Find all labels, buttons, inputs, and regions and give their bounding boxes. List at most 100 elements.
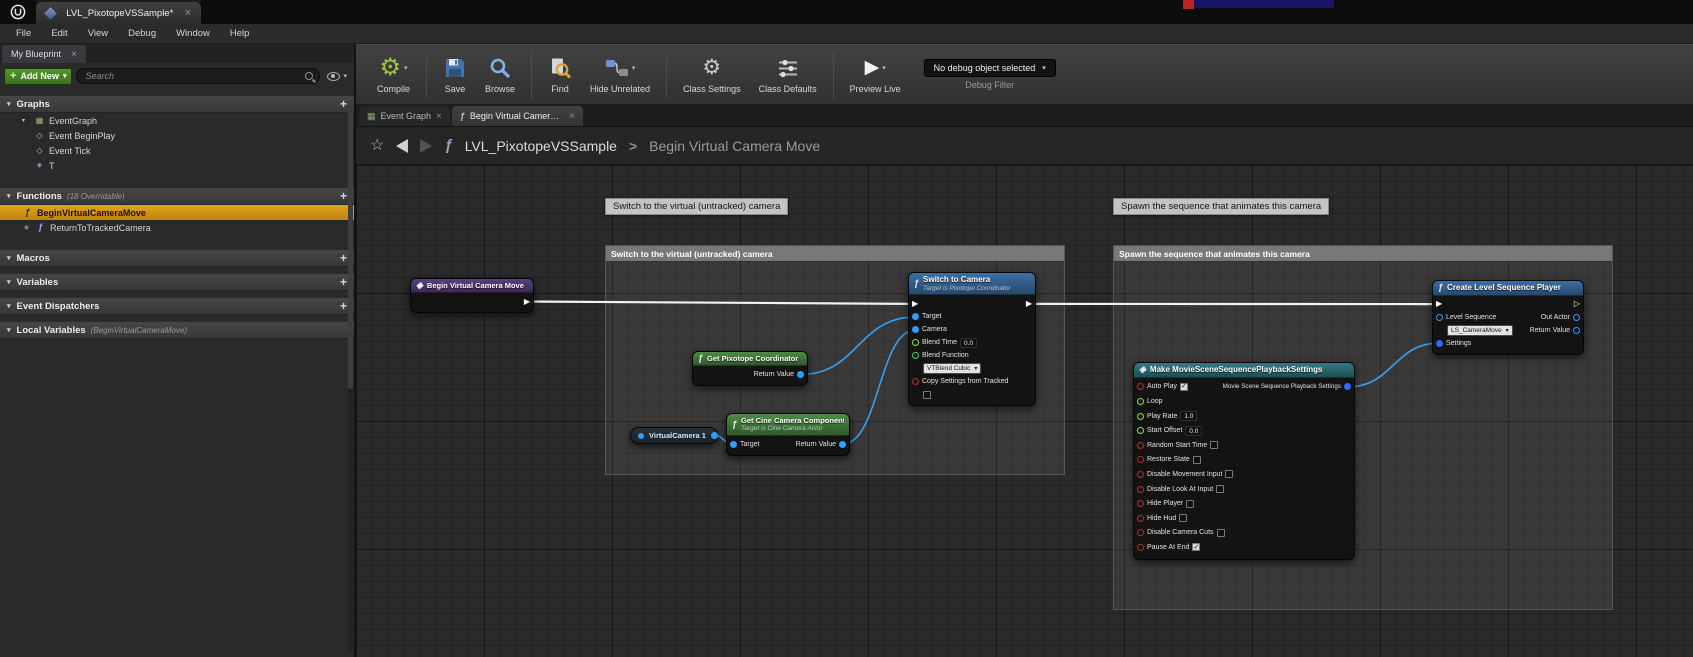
checkbox[interactable] [1216, 485, 1224, 493]
dropdown-select[interactable]: LS_CameraMove▾ [1447, 325, 1513, 336]
asset-tab[interactable]: LVL_PixotopeVSSample*× [36, 2, 201, 24]
value-input[interactable]: 0.0 [960, 338, 977, 348]
forward-button[interactable] [420, 139, 432, 153]
add-new-button[interactable]: + Add New ▾ [4, 68, 72, 85]
menu-item-help[interactable]: Help [220, 24, 260, 44]
structg-pin[interactable] [1137, 398, 1144, 405]
close-icon[interactable]: × [436, 111, 442, 122]
search-field[interactable] [85, 71, 301, 81]
sidebar-item-event-tick[interactable]: ◇Event Tick [0, 143, 354, 158]
bool-pin[interactable] [1137, 500, 1144, 507]
bool-pin[interactable] [1137, 442, 1144, 449]
section-header-variables[interactable]: ▾Variables+ [0, 273, 354, 291]
sidebar-item-eventgraph[interactable]: ▾▦EventGraph [0, 113, 354, 128]
menu-item-debug[interactable]: Debug [118, 24, 166, 44]
menu-item-file[interactable]: File [6, 24, 41, 44]
compile-button[interactable]: ⚙▾Compile [368, 48, 419, 102]
node-varcam[interactable]: VirtualCamera 1 [630, 427, 718, 444]
float-pin[interactable] [1137, 427, 1144, 434]
section-add-button[interactable]: + [340, 252, 347, 264]
chevron-down-icon[interactable]: ▾ [404, 64, 408, 72]
save-button[interactable]: Save [434, 48, 476, 102]
view-options-button[interactable]: ▾ [324, 72, 350, 81]
search-input[interactable] [76, 68, 320, 84]
menu-item-window[interactable]: Window [166, 24, 220, 44]
bool-pin[interactable] [1137, 471, 1144, 478]
graph-tab-begin-virtual-camera-move[interactable]: ƒBegin Virtual Camera Move× [452, 106, 583, 126]
bool-pin[interactable] [1137, 529, 1144, 536]
exec-pin[interactable]: ▶ [1436, 300, 1442, 308]
section-add-button[interactable]: + [340, 190, 347, 202]
expand-arrow-icon[interactable]: ▾ [7, 302, 11, 310]
graph-tab-event-graph[interactable]: ▦Event Graph× [359, 106, 450, 126]
float-pin[interactable] [1137, 413, 1144, 420]
section-add-button[interactable]: + [340, 276, 347, 288]
object-pin[interactable] [797, 371, 804, 378]
browse-button[interactable]: Browse [476, 48, 524, 102]
close-icon[interactable]: × [569, 111, 575, 122]
expand-arrow-icon[interactable]: ▾ [7, 278, 11, 286]
node-makesettings[interactable]: ◈Make MovieSceneSequencePlaybackSettings… [1133, 362, 1355, 560]
struct-pin[interactable] [1436, 340, 1443, 347]
sidebar-scrollbar[interactable] [348, 106, 353, 651]
dropdown-select[interactable]: VTBlend Cubic▾ [923, 363, 981, 374]
object-pin[interactable] [1573, 314, 1580, 321]
sidebar-item-event-beginplay[interactable]: ◇Event BeginPlay [0, 128, 354, 143]
exec-pin[interactable]: ▶ [1026, 300, 1032, 308]
class-defaults-button[interactable]: Class Defaults [750, 48, 826, 102]
hide-unrelated-button[interactable]: ▾Hide Unrelated [581, 48, 659, 102]
node-getcine[interactable]: ƒGet Cine Camera ComponentTarget is Cine… [726, 413, 850, 456]
checkbox[interactable]: ✓ [1192, 543, 1200, 551]
close-icon[interactable]: × [71, 49, 77, 60]
sidebar-item-t[interactable]: ◈T [0, 158, 354, 173]
debug-object-select[interactable]: No debug object selected ▾ [924, 59, 1056, 77]
node-createplayer[interactable]: ƒCreate Level Sequence Player▶▷Level Seq… [1432, 280, 1584, 355]
comment-header[interactable]: Spawn the sequence that animates this ca… [1114, 246, 1612, 261]
bookmark-star-icon[interactable]: ☆ [370, 138, 384, 154]
expand-arrow-icon[interactable]: ▾ [7, 100, 11, 108]
expand-arrow-icon[interactable]: ▾ [7, 192, 11, 200]
bool-pin[interactable] [1137, 515, 1144, 522]
bool-pin[interactable] [1137, 544, 1144, 551]
exec-pin[interactable]: ▶ [912, 300, 918, 308]
bool-pin[interactable] [1137, 486, 1144, 493]
checkbox[interactable] [1210, 441, 1218, 449]
bool-pin[interactable] [912, 378, 919, 385]
chevron-down-icon[interactable]: ▾ [632, 64, 636, 72]
checkbox[interactable] [1217, 529, 1225, 537]
class-settings-button[interactable]: ⚙Class Settings [674, 48, 750, 102]
my-blueprint-tab[interactable]: My Blueprint × [2, 45, 86, 63]
menu-item-edit[interactable]: Edit [41, 24, 77, 44]
breadcrumb-graph[interactable]: Begin Virtual Camera Move [649, 138, 820, 154]
graph-canvas[interactable]: Switch to the virtual (untracked) camera… [356, 165, 1693, 657]
value-input[interactable]: 1.0 [1180, 411, 1197, 421]
expand-arrow-icon[interactable]: ▾ [7, 326, 11, 334]
comment-header[interactable]: Switch to the virtual (untracked) camera [606, 246, 1064, 261]
checkbox[interactable] [1225, 470, 1233, 478]
back-button[interactable] [396, 139, 408, 153]
float-pin[interactable] [912, 339, 919, 346]
checkbox[interactable] [1193, 456, 1201, 464]
checkbox[interactable] [1186, 500, 1194, 508]
object-pin[interactable] [1436, 314, 1443, 321]
section-add-button[interactable]: + [340, 98, 347, 110]
object-pin[interactable] [711, 432, 718, 439]
object-pin[interactable] [912, 313, 919, 320]
exec-pin[interactable]: ▶ [524, 298, 530, 306]
object-pin[interactable] [1573, 327, 1580, 334]
checkbox[interactable] [1179, 514, 1187, 522]
object-pin[interactable] [730, 441, 737, 448]
node-begin[interactable]: ◆Begin Virtual Camera Move▶ [410, 278, 534, 313]
expand-arrow-icon[interactable]: ▾ [22, 117, 30, 124]
section-header-macros[interactable]: ▾Macros+ [0, 249, 354, 267]
node-switch[interactable]: ƒSwitch to CameraTarget is Pixotope Coor… [908, 272, 1036, 406]
value-input[interactable]: 0.0 [1185, 426, 1202, 436]
object-pin[interactable] [839, 441, 846, 448]
exec-pin[interactable]: ▷ [1574, 300, 1580, 308]
bool-pin[interactable] [1137, 456, 1144, 463]
find-button[interactable]: Find [539, 48, 581, 102]
node-getpixo[interactable]: ƒGet Pixotope CoordinatorReturn Value [692, 351, 808, 386]
section-add-button[interactable]: + [340, 300, 347, 312]
checkbox[interactable] [923, 391, 931, 399]
section-header-functions[interactable]: ▾Functions(18 Overridable)+ [0, 187, 354, 205]
